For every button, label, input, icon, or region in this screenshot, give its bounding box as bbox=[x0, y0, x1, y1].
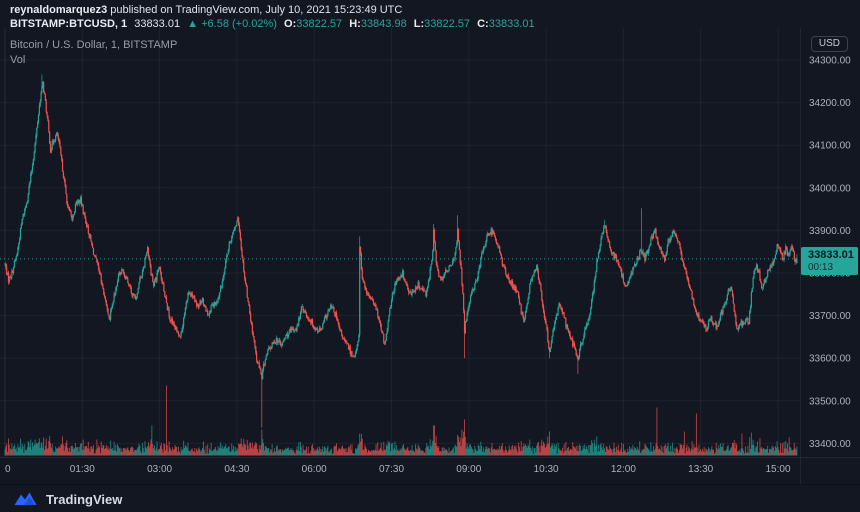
candle-wicks-up bbox=[5, 75, 797, 380]
close-label: C: bbox=[477, 18, 489, 30]
time-axis-tick-label: 07:30 bbox=[379, 464, 404, 475]
price-axis-tick-label: 33500.00 bbox=[809, 396, 851, 407]
close-value: 33833.01 bbox=[489, 18, 535, 30]
publish-text: published on TradingView.com, July 10, 2… bbox=[107, 4, 402, 16]
grid-lines bbox=[0, 28, 800, 457]
price-axis-tick-label: 34200.00 bbox=[809, 98, 851, 109]
open-label: O: bbox=[284, 18, 296, 30]
volume-indicator-label[interactable]: Vol bbox=[10, 54, 177, 66]
open-value: 33822.57 bbox=[296, 18, 342, 30]
price-axis-tick-label: 33900.00 bbox=[809, 226, 851, 237]
high-value: 33843.98 bbox=[361, 18, 407, 30]
chart-title[interactable]: Bitcoin / U.S. Dollar, 1, BITSTAMP bbox=[10, 39, 177, 51]
price-axis-tick-label: 33400.00 bbox=[809, 439, 851, 450]
footer-bar: TradingView bbox=[0, 484, 860, 512]
time-axis-labels[interactable]: 0 01:30 03:00 04:30 06:00 07:30 09:00 10:30 12:0… bbox=[5, 464, 791, 475]
chart-legend: Bitcoin / U.S. Dollar, 1, BITSTAMP Vol bbox=[10, 39, 177, 66]
low-label: L: bbox=[414, 18, 424, 30]
change-arrow-icon: ▲ bbox=[187, 18, 198, 30]
tradingview-logo-icon[interactable] bbox=[13, 490, 38, 508]
tradingview-brand-text[interactable]: TradingView bbox=[46, 492, 122, 507]
last-price: 33833.01 bbox=[134, 18, 180, 30]
time-axis-tick-label: 10:30 bbox=[534, 464, 559, 475]
time-axis-tick-label: 03:00 bbox=[147, 464, 172, 475]
current-price-value: 33833.01 bbox=[808, 248, 858, 262]
horizontal-gridlines bbox=[0, 60, 800, 443]
high-label: H: bbox=[349, 18, 361, 30]
low-value: 33822.57 bbox=[424, 18, 470, 30]
candlestick-chart[interactable]: 34300.00 34200.00 34100.00 34000.00 33900.00… bbox=[0, 0, 860, 512]
time-axis-tick-label: 04:30 bbox=[224, 464, 249, 475]
time-axis-tick-label: 0 bbox=[5, 464, 11, 475]
current-price-tag[interactable]: 33833.01 00:13 bbox=[801, 247, 858, 275]
price-axis-tick-label: 33700.00 bbox=[809, 311, 851, 322]
tradingview-snapshot: 34300.00 34200.00 34100.00 34000.00 33900.00… bbox=[0, 0, 860, 512]
price-axis-tick-label: 34100.00 bbox=[809, 141, 851, 152]
time-axis-tick-label: 09:00 bbox=[456, 464, 481, 475]
currency-toggle[interactable]: USD bbox=[811, 36, 848, 52]
author-name: reynaldomarquez3 bbox=[10, 4, 107, 16]
symbol-interval: BITSTAMP:BTCUSD, 1 bbox=[10, 18, 127, 30]
time-axis-tick-label: 12:00 bbox=[611, 464, 636, 475]
time-axis-tick-label: 06:00 bbox=[302, 464, 327, 475]
symbol-info-bar: BITSTAMP:BTCUSD, 1 33833.01 ▲ +6.58 (+0.… bbox=[10, 18, 535, 30]
candle-wicks-down bbox=[6, 81, 795, 427]
time-axis-tick-label: 01:30 bbox=[70, 464, 95, 475]
publish-info: reynaldomarquez3 published on TradingVie… bbox=[10, 4, 402, 16]
time-axis-tick-label: 15:00 bbox=[765, 464, 790, 475]
price-axis-tick-label: 33600.00 bbox=[809, 354, 851, 365]
price-axis-tick-label: 34000.00 bbox=[809, 183, 851, 194]
price-axis-tick-label: 34300.00 bbox=[809, 56, 851, 67]
volume-bars-down bbox=[6, 386, 795, 456]
price-change: +6.58 (+0.02%) bbox=[201, 18, 277, 30]
time-axis-tick-label: 13:30 bbox=[688, 464, 713, 475]
vertical-gridlines bbox=[82, 28, 778, 457]
candle-countdown: 00:13 bbox=[808, 262, 858, 273]
